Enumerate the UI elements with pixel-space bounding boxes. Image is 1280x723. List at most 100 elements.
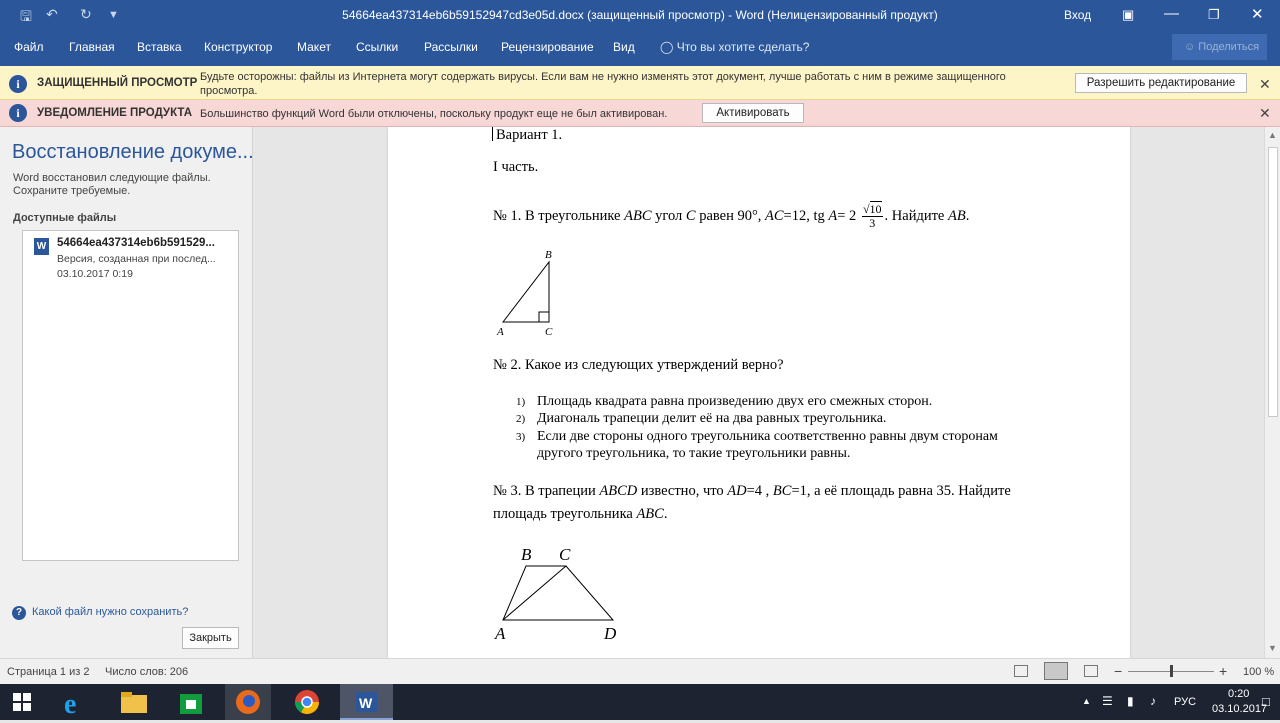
fig3-label-d: D [603, 624, 617, 643]
triangle-shape [501, 260, 550, 323]
web-layout-icon[interactable] [1084, 665, 1098, 677]
zoom-out-icon[interactable]: − [1114, 663, 1122, 679]
tab-home[interactable]: Главная [69, 40, 115, 54]
trapezoid-figure: B C A D [494, 545, 617, 643]
file-explorer-button[interactable] [111, 684, 157, 720]
scroll-up-icon[interactable]: ▲ [1268, 130, 1277, 140]
word-file-icon: W [34, 238, 49, 255]
store-bag-icon [180, 694, 202, 714]
tab-design[interactable]: Конструктор [204, 40, 272, 54]
close-protected-bar-icon[interactable]: ✕ [1259, 76, 1271, 93]
signin-link[interactable]: Вход [1064, 8, 1091, 22]
print-layout-icon[interactable] [1044, 662, 1068, 680]
q2-option-3-text: Если две стороны одного треугольника соо… [537, 429, 998, 444]
product-notice-text: Большинство функций Word были отключены,… [200, 108, 668, 120]
recovered-file-version: Версия, созданная при послед... [57, 253, 216, 265]
tab-review[interactable]: Рецензирование [501, 40, 594, 54]
q1-text-4: =12, tg [783, 207, 829, 224]
share-button[interactable]: ☺ Поделиться [1172, 34, 1267, 60]
q1-text-6: . Найдите [884, 207, 948, 224]
q3-bc: BC [772, 483, 792, 499]
read-mode-icon[interactable] [1014, 665, 1028, 677]
tab-mailings[interactable]: Рассылки [424, 40, 478, 54]
protected-view-text: Будьте осторожны: файлы из Интернета мог… [200, 70, 1006, 98]
network-icon[interactable]: ☰ [1102, 694, 1113, 708]
internet-explorer-button[interactable]: e [53, 684, 99, 720]
clock-date[interactable]: 03.10.2017 [1212, 703, 1267, 715]
word-app-icon: W [356, 692, 377, 712]
q3-text-2: известно, что [637, 483, 728, 499]
right-angle-mark [538, 311, 550, 323]
product-notice-title: УВЕДОМЛЕНИЕ ПРОДУКТА [37, 107, 192, 119]
q3-text-4: =1, а её площадь равна 35. Найдите [791, 483, 1011, 499]
tab-insert[interactable]: Вставка [137, 40, 182, 54]
firefox-icon [236, 690, 260, 714]
battery-icon[interactable]: ▮ [1127, 694, 1134, 708]
q2-option-2-text: Диагональ трапеции делит её на два равны… [537, 411, 887, 426]
svg-text:W: W [359, 695, 373, 711]
scroll-thumb[interactable] [1268, 147, 1278, 417]
zoom-percent[interactable]: 100 % [1243, 666, 1274, 678]
q1-abc: ABC [624, 207, 652, 224]
firefox-button[interactable] [225, 684, 271, 720]
document-page[interactable]: Вариант 1. I часть. № 1. В треугольнике … [388, 127, 1130, 658]
which-file-help-link[interactable]: ? Какой файл нужно сохранить? [12, 606, 188, 620]
zoom-in-icon[interactable]: + [1219, 663, 1227, 679]
q3-text-1: № 3. В трапеции [493, 483, 600, 499]
tab-view[interactable]: Вид [613, 40, 635, 54]
clock-time[interactable]: 0:20 [1228, 688, 1249, 700]
protected-view-text-line2: просмотра. [200, 85, 258, 97]
fig3-label-c: C [559, 545, 571, 564]
q1-a: A [828, 207, 838, 224]
activate-button[interactable]: Активировать [702, 103, 804, 123]
volume-icon[interactable]: ♪ [1150, 694, 1156, 708]
product-notice-bar: i УВЕДОМЛЕНИЕ ПРОДУКТА Большинство функц… [0, 100, 1280, 127]
zoom-slider-thumb[interactable] [1170, 665, 1173, 677]
minimize-icon[interactable]: — [1164, 5, 1179, 22]
word-taskbar-button[interactable]: W [340, 684, 393, 720]
page-count[interactable]: Страница 1 из 2 [7, 666, 89, 678]
word-count[interactable]: Число слов: 206 [105, 666, 188, 678]
tab-layout[interactable]: Макет [297, 40, 331, 54]
question-2: № 2. Какое из следующих утверждений верн… [493, 357, 784, 373]
svg-text:e: e [64, 689, 76, 720]
q2-option-1-text: Площадь квадрата равна произведению двух… [537, 394, 933, 409]
person-icon: ☺ [1184, 41, 1196, 53]
q1-denominator: 3 [869, 216, 876, 230]
tell-me-search[interactable]: ◯ Что вы хотите сделать? [660, 40, 809, 54]
language-indicator[interactable]: РУС [1174, 696, 1196, 708]
q2-option-1-number: 1) [516, 396, 526, 408]
fig1-label-c: C [545, 326, 553, 338]
notifications-icon[interactable]: □ [1262, 694, 1270, 709]
show-hidden-icons-icon[interactable]: ▲ [1082, 696, 1091, 706]
chrome-icon [295, 690, 319, 715]
question-1: № 1. В треугольнике ABC угол C равен 90°… [493, 201, 969, 230]
tab-references[interactable]: Ссылки [356, 40, 398, 54]
close-recovery-button[interactable]: Закрыть [182, 627, 239, 649]
status-bar: Страница 1 из 2 Число слов: 206 − + 100 … [0, 658, 1280, 684]
q3-abc: ABC [636, 506, 664, 522]
restore-icon[interactable]: ❐ [1208, 7, 1220, 23]
internet-explorer-icon: e [64, 689, 76, 720]
trapezoid-shape [502, 565, 615, 621]
vertical-scrollbar[interactable]: ▲ ▼ [1264, 127, 1280, 658]
q1-ab: AB [947, 207, 966, 224]
protected-view-title: ЗАЩИЩЕННЫЙ ПРОСМОТР [37, 77, 198, 89]
lightbulb-icon: ◯ [660, 40, 674, 54]
store-button[interactable] [168, 684, 214, 720]
start-button[interactable] [0, 684, 46, 720]
info-icon: i [9, 104, 27, 122]
tab-file[interactable]: Файл [14, 40, 44, 54]
share-label: Поделиться [1198, 41, 1260, 53]
fig3-label-b: B [521, 545, 532, 564]
q1-ac: AC [765, 207, 784, 224]
close-window-icon[interactable]: ✕ [1251, 5, 1264, 23]
close-product-bar-icon[interactable]: ✕ [1259, 105, 1271, 122]
recovery-desc-line2: Сохраните требуемые. [13, 185, 131, 197]
scroll-down-icon[interactable]: ▼ [1268, 643, 1277, 653]
document-recovery-pane: Восстановление докуме... Word восстанови… [0, 127, 254, 658]
enable-editing-button[interactable]: Разрешить редактирование [1075, 73, 1247, 93]
recovered-file-date: 03.10.2017 0:19 [57, 268, 133, 280]
chrome-button[interactable] [284, 684, 330, 720]
ribbon-display-options-icon[interactable]: ▣ [1122, 7, 1134, 23]
